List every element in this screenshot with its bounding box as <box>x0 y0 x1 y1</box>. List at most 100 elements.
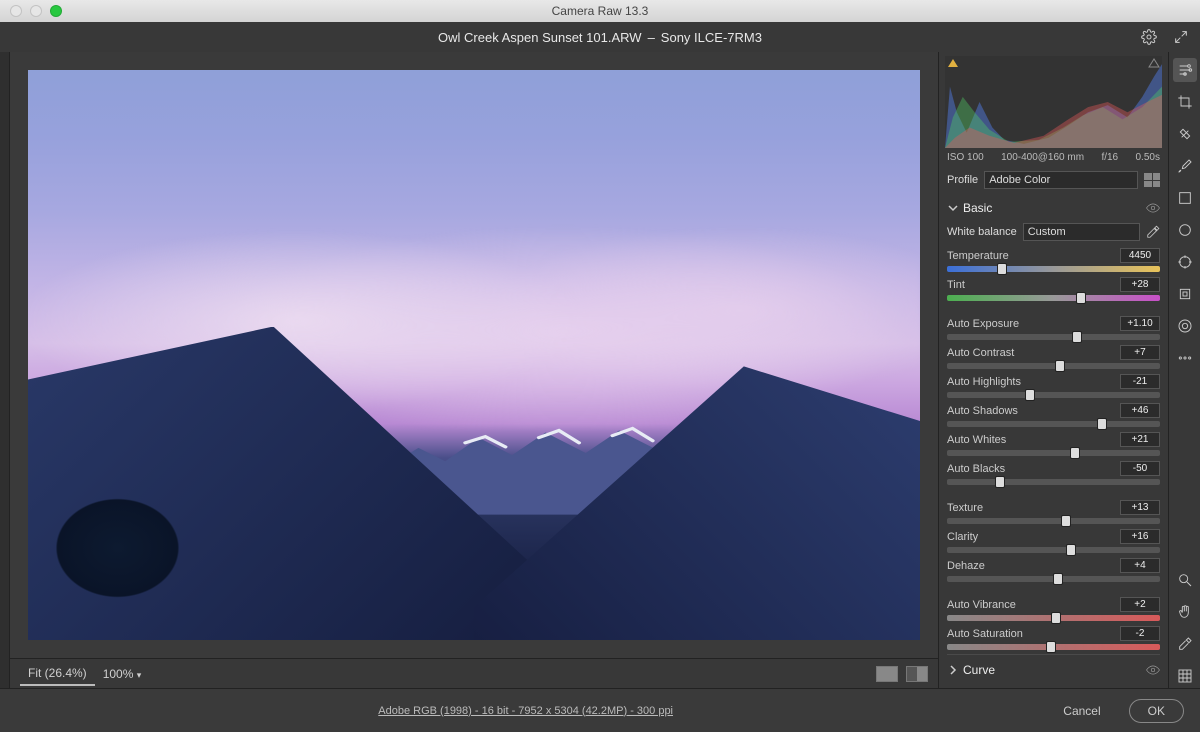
saturation-track[interactable] <box>947 644 1160 650</box>
grid-tool-icon[interactable] <box>1173 664 1197 688</box>
ok-button[interactable]: OK <box>1129 699 1184 723</box>
zoom-100[interactable]: 100% ▾ <box>95 663 150 685</box>
blacks-thumb[interactable] <box>995 476 1005 488</box>
tint-value[interactable]: +28 <box>1120 277 1160 292</box>
document-header: Owl Creek Aspen Sunset 101.ARW – Sony IL… <box>0 22 1200 52</box>
dehaze-value[interactable]: +4 <box>1120 558 1160 573</box>
saturation-thumb[interactable] <box>1046 641 1056 653</box>
dehaze-thumb[interactable] <box>1053 573 1063 585</box>
sampler-tool-icon[interactable] <box>1173 632 1197 656</box>
whites-thumb[interactable] <box>1070 447 1080 459</box>
toolstrip <box>1168 52 1200 688</box>
chevron-down-icon <box>947 202 959 214</box>
filmstrip[interactable] <box>0 52 10 688</box>
profile-browser-icon[interactable] <box>1144 173 1160 187</box>
saturation-value[interactable]: -2 <box>1120 626 1160 641</box>
preview-canvas[interactable] <box>10 52 938 658</box>
saturation-label: Auto Saturation <box>947 628 1023 640</box>
radial-tool-icon[interactable] <box>1173 218 1197 242</box>
texture-track[interactable] <box>947 518 1160 524</box>
temperature-value[interactable]: 4450 <box>1120 248 1160 263</box>
zoom-tool-icon[interactable] <box>1173 568 1197 592</box>
edit-tool-icon[interactable] <box>1173 58 1197 82</box>
tint-track[interactable] <box>947 295 1160 301</box>
eye-icon[interactable] <box>1146 201 1160 215</box>
clarity-track[interactable] <box>947 547 1160 553</box>
whites-slider: Auto Whites+21 <box>947 431 1160 460</box>
highlights-track[interactable] <box>947 392 1160 398</box>
gradient-tool-icon[interactable] <box>1173 186 1197 210</box>
vibrance-track[interactable] <box>947 615 1160 621</box>
settings-icon[interactable] <box>1138 26 1160 48</box>
exposure-track[interactable] <box>947 334 1160 340</box>
minimize-window-button[interactable] <box>30 5 42 17</box>
eye-icon[interactable] <box>1146 663 1160 677</box>
whites-value[interactable]: +21 <box>1120 432 1160 447</box>
texture-value[interactable]: +13 <box>1120 500 1160 515</box>
close-window-button[interactable] <box>10 5 22 17</box>
blacks-value[interactable]: -50 <box>1120 461 1160 476</box>
exposure-slider: Auto Exposure+1.10 <box>947 315 1160 344</box>
snapshot-tool-icon[interactable] <box>1173 314 1197 338</box>
highlight-clip-icon[interactable] <box>1148 58 1160 68</box>
temperature-slider: Temperature4450 <box>947 247 1160 276</box>
more-icon[interactable] <box>1173 346 1197 370</box>
histogram[interactable] <box>945 56 1162 148</box>
clarity-value[interactable]: +16 <box>1120 529 1160 544</box>
clarity-thumb[interactable] <box>1066 544 1076 556</box>
shadow-clip-icon[interactable] <box>947 58 959 68</box>
wb-label: White balance <box>947 226 1017 238</box>
shadows-track[interactable] <box>947 421 1160 427</box>
highlights-value[interactable]: -21 <box>1120 374 1160 389</box>
texture-slider: Texture+13 <box>947 499 1160 528</box>
redeye-tool-icon[interactable] <box>1173 282 1197 306</box>
profile-select[interactable]: Adobe Color <box>984 171 1138 189</box>
preview-area: Fit (26.4%) 100% ▾ <box>10 52 938 688</box>
dehaze-slider: Dehaze+4 <box>947 557 1160 586</box>
single-view-icon[interactable] <box>876 666 898 682</box>
eyedropper-icon[interactable] <box>1146 225 1160 239</box>
clarity-label: Clarity <box>947 531 978 543</box>
temperature-thumb[interactable] <box>997 263 1007 275</box>
zoom-fit[interactable]: Fit (26.4%) <box>20 662 95 686</box>
shadows-value[interactable]: +46 <box>1120 403 1160 418</box>
vibrance-thumb[interactable] <box>1051 612 1061 624</box>
workflow-link[interactable]: Adobe RGB (1998) - 16 bit - 7952 x 5304 … <box>16 705 1035 717</box>
tint-thumb[interactable] <box>1076 292 1086 304</box>
chevron-right-icon <box>947 664 959 676</box>
blacks-track[interactable] <box>947 479 1160 485</box>
texture-thumb[interactable] <box>1061 515 1071 527</box>
vibrance-value[interactable]: +2 <box>1120 597 1160 612</box>
temperature-track[interactable] <box>947 266 1160 272</box>
dehaze-track[interactable] <box>947 576 1160 582</box>
crop-tool-icon[interactable] <box>1173 90 1197 114</box>
contrast-value[interactable]: +7 <box>1120 345 1160 360</box>
zoom-window-button[interactable] <box>50 5 62 17</box>
profile-row: Profile Adobe Color <box>939 167 1168 193</box>
basic-panel-header[interactable]: Basic <box>947 193 1160 221</box>
tint-slider: Tint+28 <box>947 276 1160 305</box>
contrast-track[interactable] <box>947 363 1160 369</box>
bottombar: Adobe RGB (1998) - 16 bit - 7952 x 5304 … <box>0 688 1200 732</box>
brush-tool-icon[interactable] <box>1173 154 1197 178</box>
heal-tool-icon[interactable] <box>1173 122 1197 146</box>
content-area: Fit (26.4%) 100% ▾ ISO <box>0 52 1200 688</box>
exposure-thumb[interactable] <box>1072 331 1082 343</box>
whites-track[interactable] <box>947 450 1160 456</box>
exposure-value[interactable]: +1.10 <box>1120 316 1160 331</box>
wb-select[interactable]: Custom <box>1023 223 1140 241</box>
exif-lens: 100-400@160 mm <box>1001 152 1084 163</box>
exif-iso: ISO 100 <box>947 152 984 163</box>
camera-model: Sony ILCE-7RM3 <box>661 30 762 45</box>
shadows-slider: Auto Shadows+46 <box>947 402 1160 431</box>
before-after-view-icon[interactable] <box>906 666 928 682</box>
hand-tool-icon[interactable] <box>1173 600 1197 624</box>
titlebar: Camera Raw 13.3 <box>0 0 1200 22</box>
cancel-button[interactable]: Cancel <box>1045 700 1118 722</box>
fullscreen-icon[interactable] <box>1170 26 1192 48</box>
shadows-thumb[interactable] <box>1097 418 1107 430</box>
highlights-thumb[interactable] <box>1025 389 1035 401</box>
curve-panel-header[interactable]: Curve <box>947 654 1160 683</box>
contrast-thumb[interactable] <box>1055 360 1065 372</box>
target-adjust-icon[interactable] <box>1173 250 1197 274</box>
